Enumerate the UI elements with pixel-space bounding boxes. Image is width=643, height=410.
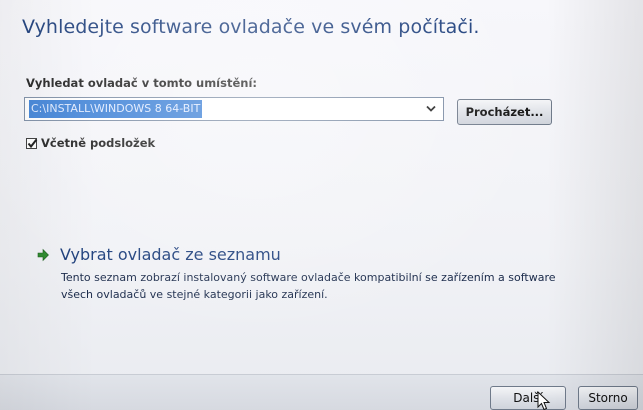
- location-label: Vyhledat ovladač v tomto umístění:: [26, 76, 257, 90]
- next-button[interactable]: Další: [490, 386, 566, 410]
- pick-from-list-title[interactable]: Vybrat ovladač ze seznamu: [60, 245, 281, 264]
- include-subfolders-option[interactable]: Včetně podsložek: [26, 136, 155, 150]
- pick-from-list-link[interactable]: Vybrat ovladač ze seznamu: [36, 245, 281, 264]
- include-subfolders-label[interactable]: Včetně podsložek: [41, 136, 155, 150]
- browse-button[interactable]: Procházet...: [457, 99, 552, 125]
- location-combobox[interactable]: C:\INSTALL\WINDOWS 8 64-BIT: [24, 97, 444, 121]
- chevron-down-icon[interactable]: [423, 101, 439, 117]
- green-arrow-right-icon[interactable]: [36, 248, 50, 262]
- include-subfolders-checkbox[interactable]: [26, 137, 38, 149]
- driver-search-dialog: Vyhledejte software ovladače ve svém poč…: [0, 0, 643, 410]
- pick-from-list-description: Tento seznam zobrazí instalovaný softwar…: [61, 271, 556, 301]
- cancel-button[interactable]: Storno: [578, 386, 638, 410]
- location-input-value[interactable]: C:\INSTALL\WINDOWS 8 64-BIT: [29, 100, 203, 118]
- checkmark-icon: [27, 138, 38, 148]
- page-title: Vyhledejte software ovladače ve svém poč…: [22, 16, 480, 38]
- mouse-pointer-icon: [537, 391, 551, 410]
